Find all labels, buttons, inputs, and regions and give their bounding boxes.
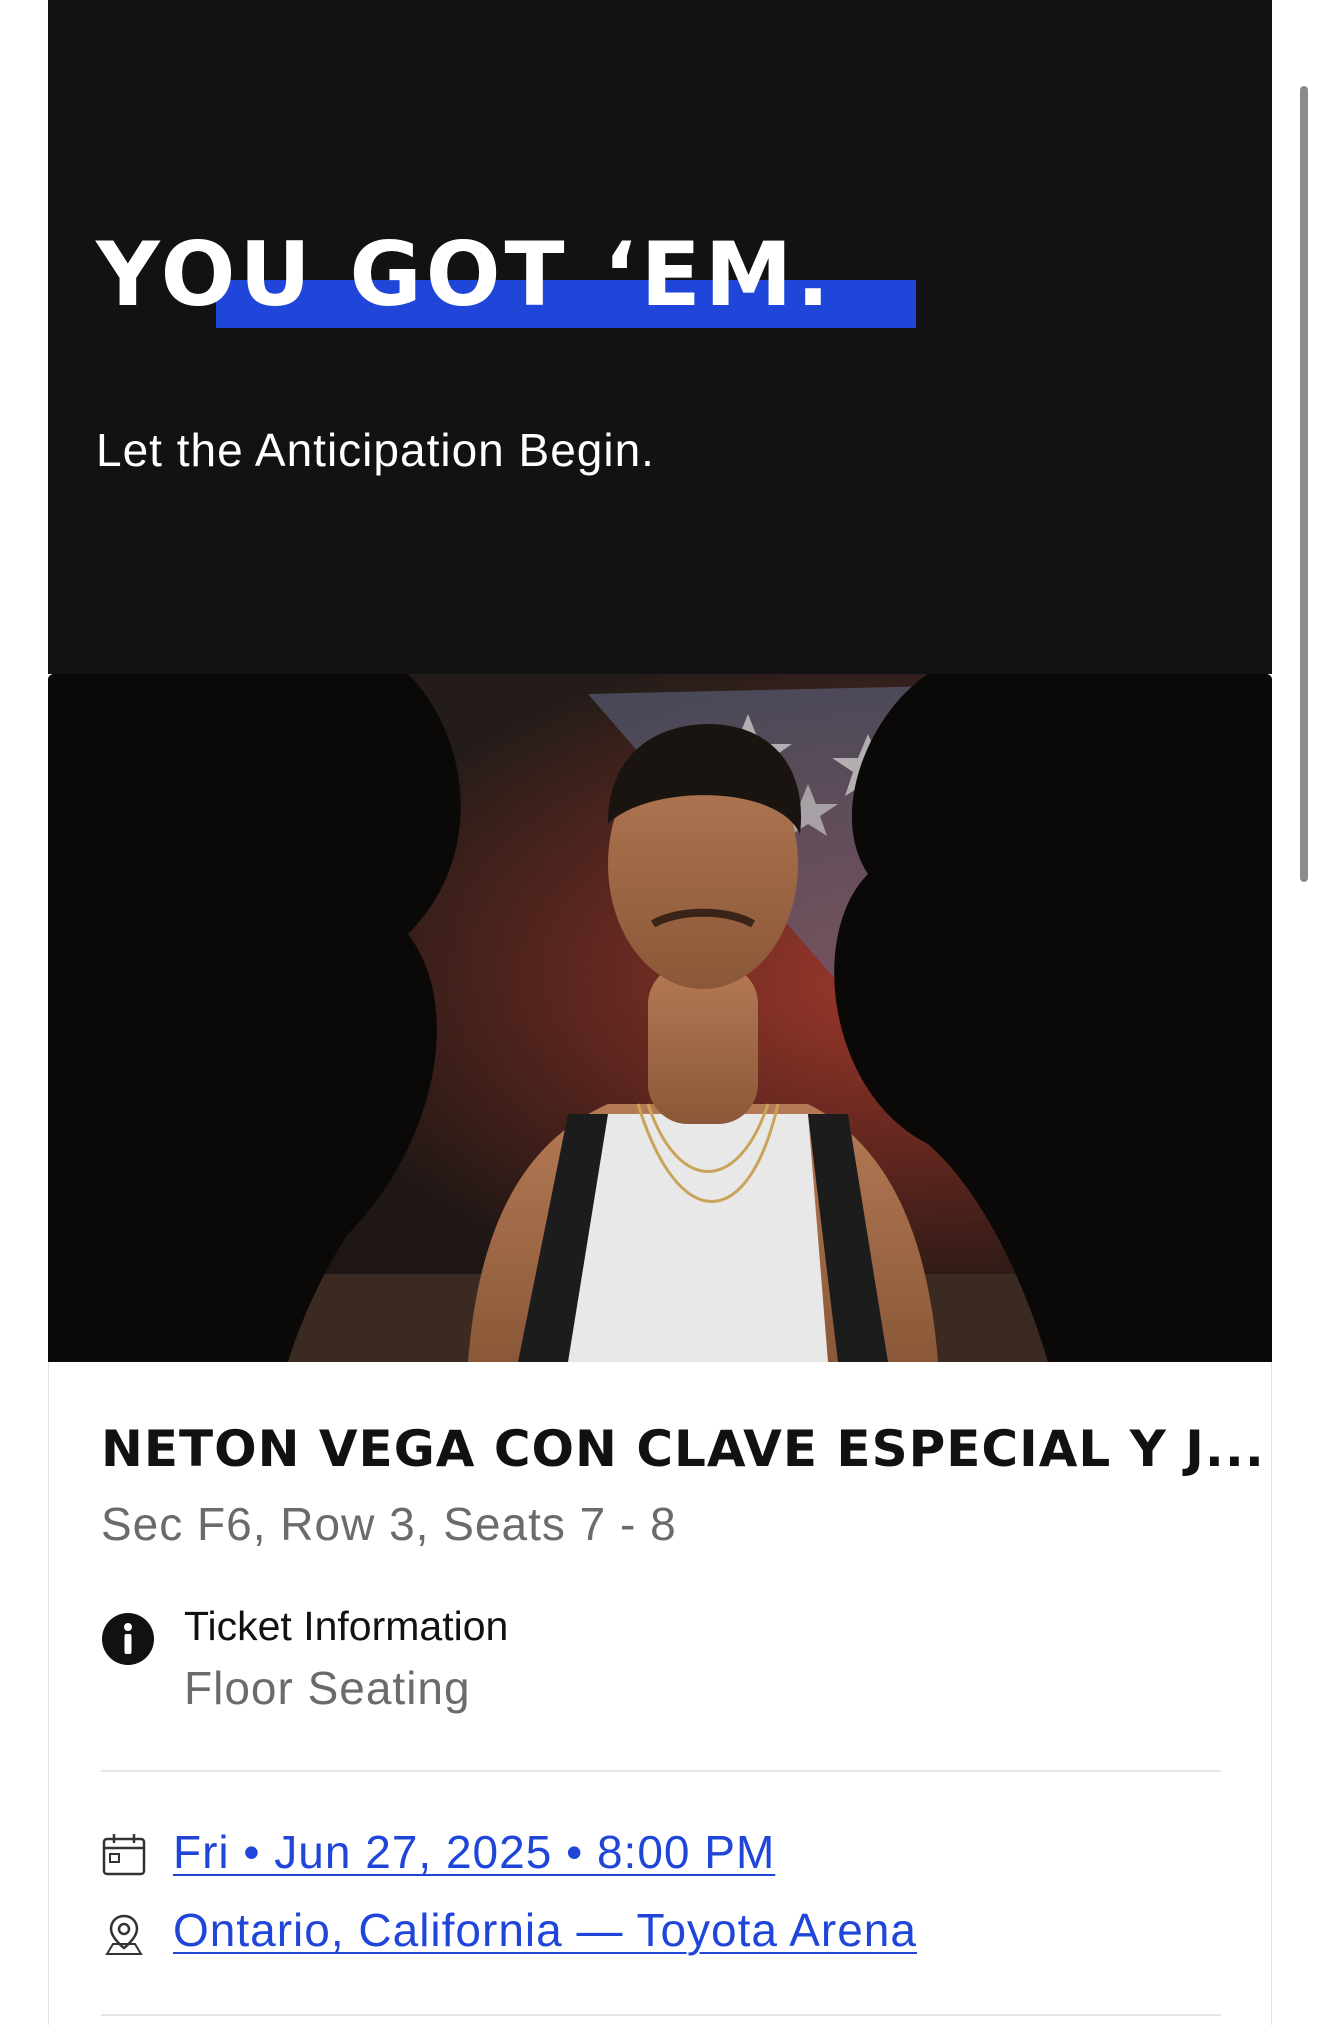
hero-subtitle: Let the Anticipation Begin. [96, 424, 655, 476]
confirmation-hero: YOU GOT ‘EM. Let the Anticipation Begin. [48, 0, 1272, 674]
location-pin-icon [105, 1914, 143, 1955]
ticket-confirmation-page: YOU GOT ‘EM. Let the Anticipation Begin. [0, 0, 1320, 2025]
scrollbar[interactable] [1300, 86, 1308, 882]
ticket-card: NETON VEGA CON CLAVE ESPECIAL Y J... Sec… [48, 1362, 1272, 2025]
seat-info: Sec F6, Row 3, Seats 7 - 8 [101, 1498, 677, 1550]
event-date-link[interactable]: Fri • Jun 27, 2025 • 8:00 PM [173, 1822, 775, 1882]
ticket-information-label: Ticket Information [184, 1603, 509, 1649]
event-title: NETON VEGA CON CLAVE ESPECIAL Y J... [101, 1420, 1265, 1478]
hero-title: YOU GOT ‘EM. [96, 223, 834, 326]
ticket-information-value: Floor Seating [184, 1662, 471, 1714]
divider [101, 2014, 1221, 2016]
calendar-icon [102, 1834, 146, 1876]
hero-title-block: YOU GOT ‘EM. [96, 220, 916, 340]
event-venue-link[interactable]: Ontario, California — Toyota Arena [173, 1900, 917, 1960]
divider [101, 1770, 1221, 1772]
event-image [48, 674, 1272, 1362]
info-icon [102, 1613, 154, 1665]
event-artwork [48, 674, 1272, 1362]
